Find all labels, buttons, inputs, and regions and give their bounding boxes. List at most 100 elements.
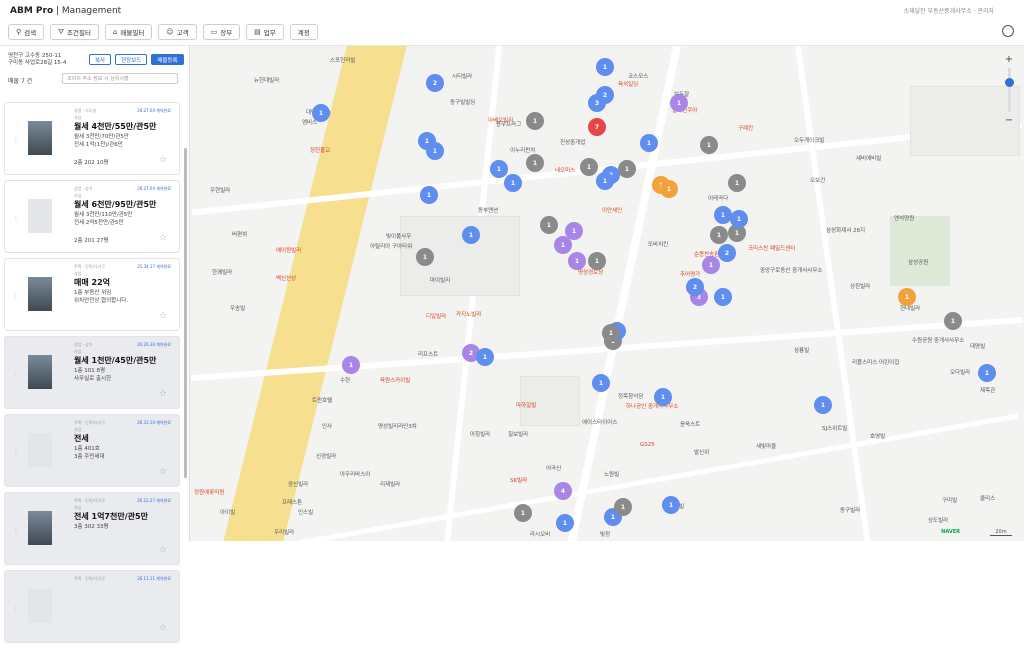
map-cluster-marker[interactable]: 1: [462, 226, 480, 244]
map-place-label[interactable]: 우송빌: [230, 304, 245, 312]
map-place-label[interactable]: 상도빌라: [928, 516, 948, 524]
map-place-label[interactable]: 프레스톤: [282, 498, 302, 506]
zoom-out-icon[interactable]: −: [1002, 115, 1016, 126]
map-place-label[interactable]: 중앙구로동산 중개사사무소: [760, 266, 822, 274]
map-cluster-marker[interactable]: 1: [565, 222, 583, 240]
drag-handle-icon[interactable]: ⋮: [13, 215, 19, 222]
map-place-label[interactable]: 또바치킨: [648, 240, 668, 248]
map-cluster-marker[interactable]: 1: [944, 312, 962, 330]
map-place-label[interactable]: 정헌불교: [310, 146, 330, 154]
map-place-label[interactable]: 하나공인 중개사사무소: [626, 402, 678, 410]
favorite-star-icon[interactable]: ☆: [159, 467, 167, 477]
map-place-label[interactable]: 빛정: [600, 530, 610, 538]
map-place-label[interactable]: 노원빌: [604, 470, 619, 478]
map-place-label[interactable]: SJ스위트빌: [822, 424, 847, 432]
map-place-label[interactable]: 디일빌라: [426, 312, 446, 320]
map-place-label[interactable]: 상흰빌라: [850, 282, 870, 290]
nav-button[interactable]: ☺ 고객: [158, 24, 197, 40]
map-place-label[interactable]: 발신위: [694, 448, 709, 456]
user-icon[interactable]: [1002, 25, 1014, 37]
listing-card[interactable]: ⋮ 주택 · 단독/다가구 26.22.27 계약완료 사업 전세 1억7천만/관5만 3…: [4, 492, 180, 565]
map-cluster-marker[interactable]: 1: [568, 252, 586, 270]
map-cluster-marker[interactable]: 1: [618, 160, 636, 178]
map-place-label[interactable]: 정목참식당: [618, 392, 643, 400]
map-place-label[interactable]: 용우프라그: [496, 120, 521, 128]
map-cluster-marker[interactable]: 4: [554, 482, 572, 500]
drag-handle-icon[interactable]: ⋮: [13, 371, 19, 378]
nav-button[interactable]: ⛛ 조건필터: [50, 24, 99, 40]
map-place-label[interactable]: 시티빌라: [452, 72, 472, 80]
map-place-label[interactable]: 어곡신: [546, 464, 561, 472]
map-cluster-marker[interactable]: 1: [602, 324, 620, 342]
map-place-label[interactable]: 한쾌빌라: [212, 268, 232, 276]
map-cluster-marker[interactable]: 1: [416, 248, 434, 266]
map-cluster-marker[interactable]: 1: [596, 58, 614, 76]
map-cluster-marker[interactable]: 1: [420, 186, 438, 204]
zoom-in-icon[interactable]: +: [1002, 54, 1016, 65]
map-cluster-marker[interactable]: 1: [476, 348, 494, 366]
map-cluster-marker[interactable]: 1: [580, 158, 598, 176]
map-place-label[interactable]: 광신빌라: [288, 480, 308, 488]
map-place-label[interactable]: 진성중개업: [560, 138, 585, 146]
map-place-label[interactable]: 벡신산상: [276, 274, 296, 282]
map-place-label[interactable]: 클리스: [980, 494, 995, 502]
map-place-label[interactable]: 리프스트: [418, 350, 438, 358]
map-cluster-marker[interactable]: 1: [814, 396, 832, 414]
map-cluster-marker[interactable]: 1: [898, 288, 916, 306]
nav-button[interactable]: ▤ 업무: [246, 24, 284, 40]
map-place-label[interactable]: 육석일딩: [618, 80, 638, 88]
favorite-star-icon[interactable]: ☆: [159, 155, 167, 165]
map-cluster-marker[interactable]: 1: [596, 172, 614, 190]
map-cluster-marker[interactable]: 1: [700, 136, 718, 154]
map-cluster-marker[interactable]: 1: [670, 94, 688, 112]
map-cluster-marker[interactable]: 1: [654, 388, 672, 406]
map-place-label[interactable]: 동구빌라: [840, 506, 860, 514]
map-cluster-marker[interactable]: 3: [588, 94, 606, 112]
map-cluster-marker[interactable]: 1: [640, 134, 658, 152]
listing-card[interactable]: ⋮ 상업 · 사무실 26.27.04 계약완료 사업 월세 4천만/55만/관5만 월세…: [4, 102, 180, 175]
nav-button[interactable]: ⚲ 검색: [8, 24, 45, 40]
map-place-label[interactable]: 삼성공원: [908, 258, 928, 266]
map-cluster-marker[interactable]: 1: [662, 496, 680, 514]
map-place-label[interactable]: 에이스타이어스: [582, 418, 617, 426]
map-place-label[interactable]: 오보건: [810, 176, 825, 184]
map-cluster-marker[interactable]: 2: [426, 74, 444, 92]
map-place-label[interactable]: 리플스미스 어린이집: [852, 358, 899, 366]
map-place-label[interactable]: 수원공원 중개사사무소: [912, 336, 964, 344]
map-place-label[interactable]: 마이빌리: [430, 276, 450, 284]
map-place-label[interactable]: 리제빌라: [380, 480, 400, 488]
map-place-label[interactable]: 이안세인: [602, 206, 622, 214]
map-place-label[interactable]: 명성빌리라인3차: [378, 422, 417, 430]
roadview-button[interactable]: 현장보드: [115, 54, 148, 65]
map-place-label[interactable]: 버편뷔: [232, 230, 247, 238]
map-cluster-marker[interactable]: 1: [588, 252, 606, 270]
map-place-label[interactable]: 라시오비: [530, 530, 550, 538]
map-place-label[interactable]: 네오미스: [555, 166, 575, 174]
map-cluster-marker[interactable]: 7: [588, 118, 606, 136]
listing-card[interactable]: ⋮ 주택 · 단독/다가구 26.33.10 계약완료 사업 전세 1층 401호 3층 주…: [4, 414, 180, 487]
map-cluster-marker[interactable]: 1: [714, 288, 732, 306]
map-place-label[interactable]: 구례칸: [738, 124, 753, 132]
map-place-label[interactable]: 세비에비빌: [856, 154, 881, 162]
brand[interactable]: ABM Pro | Management: [10, 6, 121, 16]
map-place-label[interactable]: 동구빌빌딩: [450, 98, 475, 106]
map-cluster-marker[interactable]: 1: [504, 174, 522, 192]
map-place-label[interactable]: 동부앤션: [478, 206, 498, 214]
nav-button[interactable]: ⌂ 매물필터: [104, 24, 153, 40]
map-place-label[interactable]: 트윈호텔: [312, 396, 332, 404]
map-cluster-marker[interactable]: 1: [730, 210, 748, 228]
map-place-label[interactable]: 카지노빌라: [456, 310, 481, 318]
map-place-label[interactable]: 구미빌: [942, 496, 957, 504]
map-place-label[interactable]: 오다빌라: [950, 368, 970, 376]
map-place-label[interactable]: 인사: [322, 422, 332, 430]
map-cluster-marker[interactable]: 2: [686, 278, 704, 296]
drag-handle-icon[interactable]: ⋮: [13, 293, 19, 300]
map-cluster-marker[interactable]: 1: [312, 104, 330, 122]
register-button[interactable]: 매물등록: [151, 54, 184, 65]
map-cluster-marker[interactable]: 1: [660, 180, 678, 198]
map-place-label[interactable]: 우리빌라: [274, 528, 294, 536]
listing-search-input[interactable]: 조이의 주소 정보 시 상위시행: [62, 73, 178, 84]
map-place-label[interactable]: 제목관: [980, 386, 995, 394]
map-cluster-marker[interactable]: 1: [710, 226, 728, 244]
map-place-label[interactable]: 스포헌저빌: [330, 56, 355, 64]
